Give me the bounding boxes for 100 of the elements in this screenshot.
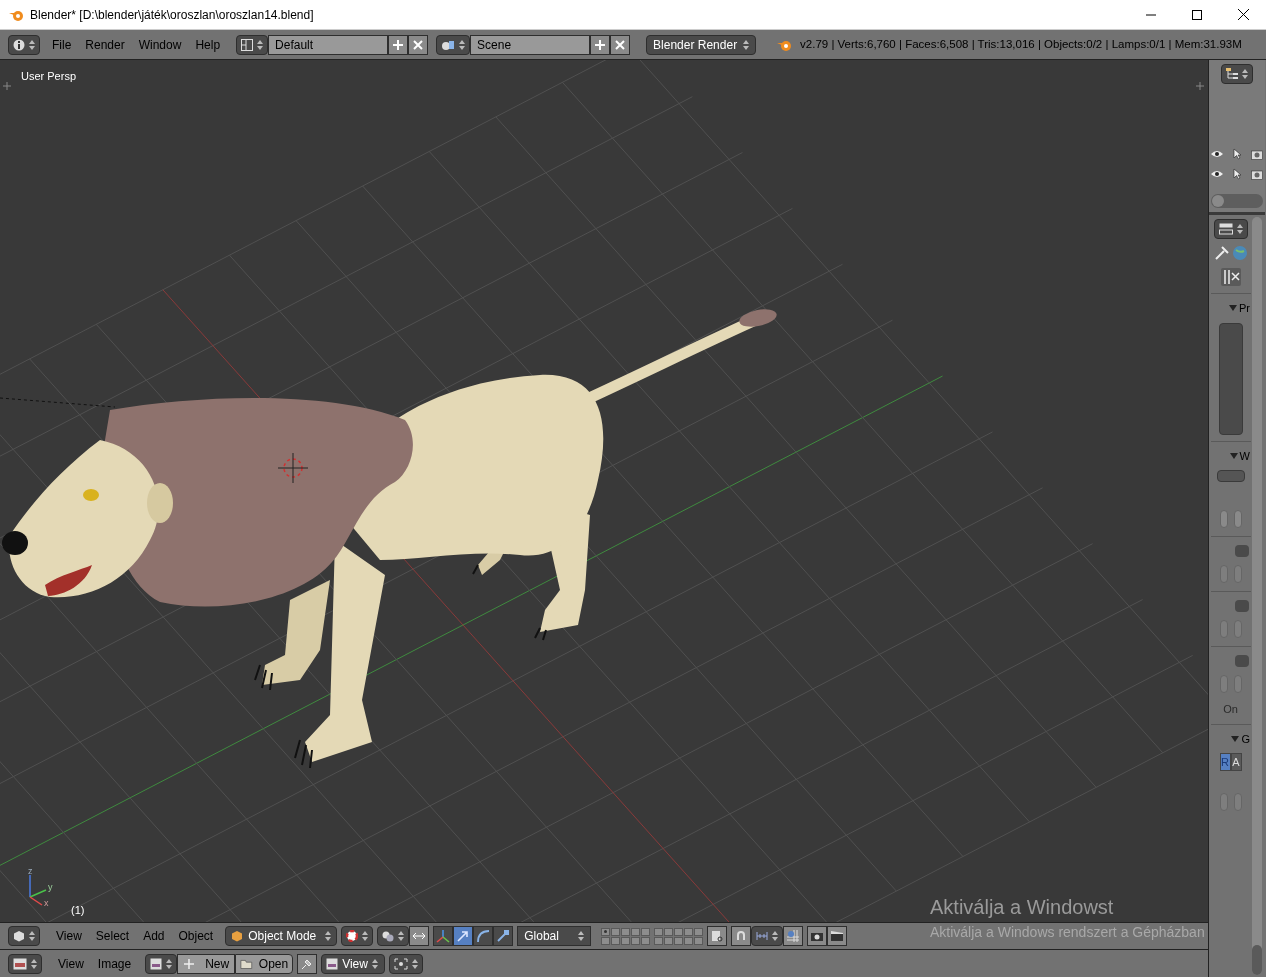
render-image-button[interactable] [807, 926, 828, 946]
layer-button[interactable] [664, 927, 674, 936]
manipulate-centers-button[interactable] [409, 926, 430, 946]
screen-layout-field[interactable]: Default [268, 34, 389, 55]
layer-button[interactable] [621, 936, 631, 945]
mode-dropdown[interactable]: Object Mode [225, 926, 338, 946]
camera-icon[interactable] [1251, 148, 1263, 160]
layer-button[interactable] [674, 927, 684, 936]
editor-type-button[interactable] [1213, 219, 1248, 239]
scene-field[interactable]: Scene [470, 34, 591, 55]
menu-item[interactable]: Object [172, 927, 220, 945]
render-engine-dropdown[interactable]: Blender Render [646, 34, 757, 55]
menu-item[interactable]: Render [79, 35, 131, 54]
editor-type-button[interactable] [1221, 64, 1253, 84]
layer-button[interactable] [631, 927, 641, 936]
number-field[interactable] [1219, 510, 1228, 528]
number-field[interactable] [1219, 793, 1228, 811]
add-layout-button[interactable] [388, 34, 409, 55]
number-field[interactable] [1233, 675, 1242, 693]
scene-button[interactable] [436, 34, 471, 55]
delete-scene-button[interactable] [610, 34, 631, 55]
view-mode-dropdown[interactable]: View [321, 953, 386, 974]
scrollbar-track[interactable] [1211, 194, 1263, 208]
number-field[interactable] [1219, 675, 1228, 693]
number-field[interactable] [1233, 793, 1242, 811]
snap-element-button[interactable] [751, 926, 784, 946]
pivot-button[interactable] [389, 953, 424, 974]
scale-manipulator-button[interactable] [493, 926, 514, 946]
snap-target-button[interactable] [783, 926, 804, 946]
number-field[interactable] [1233, 510, 1242, 528]
expanded-triangle-icon[interactable] [1229, 451, 1238, 460]
plus-icon[interactable] [1196, 82, 1204, 90]
scrollbar-track[interactable] [1252, 217, 1262, 975]
toggle-switch[interactable] [1234, 545, 1249, 557]
translate-manipulator-button[interactable] [453, 926, 474, 946]
screen-layout-button[interactable] [236, 34, 269, 55]
menu-item[interactable]: View [50, 927, 88, 945]
axes-manipulator-button[interactable] [433, 926, 454, 946]
new-image-button[interactable]: New [177, 953, 236, 974]
cursor-icon[interactable] [1232, 148, 1242, 160]
rotate-manipulator-button[interactable] [473, 926, 494, 946]
editor-type-button[interactable] [8, 953, 42, 974]
add-scene-button[interactable] [590, 34, 611, 55]
layer-button[interactable] [641, 927, 651, 936]
eye-icon[interactable] [1211, 170, 1223, 178]
layer-button[interactable] [631, 936, 641, 945]
render-animation-button[interactable] [827, 926, 848, 946]
scrollbar-thumb[interactable] [1212, 195, 1224, 207]
toggle-group[interactable] [1216, 470, 1245, 482]
pin-button[interactable] [297, 953, 318, 974]
layer-button[interactable] [654, 936, 664, 945]
layer-button[interactable] [684, 927, 694, 936]
number-field[interactable] [1233, 565, 1242, 583]
menu-item[interactable]: Image [91, 954, 138, 973]
layer-button[interactable] [694, 936, 704, 945]
layer-button[interactable] [674, 936, 684, 945]
toggle-switch[interactable] [1234, 600, 1249, 612]
delete-layout-button[interactable] [408, 34, 429, 55]
menu-item[interactable]: Select [89, 927, 136, 945]
plus-icon[interactable] [3, 82, 11, 90]
shading-button[interactable] [341, 926, 374, 946]
expanded-triangle-icon[interactable] [1231, 734, 1240, 743]
eye-icon[interactable] [1211, 150, 1223, 158]
channel-toggle[interactable]: A [1230, 753, 1242, 771]
clapperboard-icon[interactable] [1219, 267, 1242, 287]
layer-button[interactable] [611, 936, 621, 945]
number-field[interactable] [1219, 565, 1228, 583]
layer-button[interactable] [641, 936, 651, 945]
layer-button[interactable] [664, 936, 674, 945]
menu-item[interactable]: View [52, 954, 90, 973]
layer-button[interactable] [601, 927, 611, 936]
editor-type-button[interactable] [8, 34, 40, 55]
expanded-triangle-icon[interactable] [1229, 304, 1237, 313]
lock-layers-button[interactable] [707, 926, 728, 946]
scrollbar-thumb[interactable] [1252, 945, 1262, 975]
properties-icon [1218, 223, 1233, 235]
number-field[interactable] [1233, 620, 1242, 638]
camera-icon[interactable] [1251, 168, 1263, 180]
menu-item[interactable]: Help [189, 35, 227, 54]
channel-toggle[interactable]: R [1219, 753, 1231, 771]
layer-button[interactable] [611, 927, 621, 936]
layer-button[interactable] [684, 936, 694, 945]
orientation-dropdown[interactable]: Global [517, 926, 592, 946]
pivot-button[interactable] [377, 926, 410, 946]
number-field[interactable] [1219, 620, 1228, 638]
menu-item[interactable]: File [46, 35, 78, 54]
pin-globe-icon[interactable] [1213, 245, 1248, 261]
editor-type-button[interactable] [8, 926, 40, 946]
cursor-icon[interactable] [1232, 168, 1242, 180]
layer-button[interactable] [654, 927, 664, 936]
layer-button[interactable] [621, 927, 631, 936]
open-image-button[interactable]: Open [235, 953, 294, 974]
layer-button[interactable] [694, 927, 704, 936]
menu-item[interactable]: Add [137, 927, 171, 945]
snap-button[interactable] [731, 926, 752, 946]
image-browse-button[interactable] [145, 953, 178, 974]
outliner-icon [1226, 68, 1238, 80]
menu-item[interactable]: Window [132, 35, 188, 54]
layer-button[interactable] [601, 936, 611, 945]
toggle-switch[interactable] [1234, 655, 1249, 667]
